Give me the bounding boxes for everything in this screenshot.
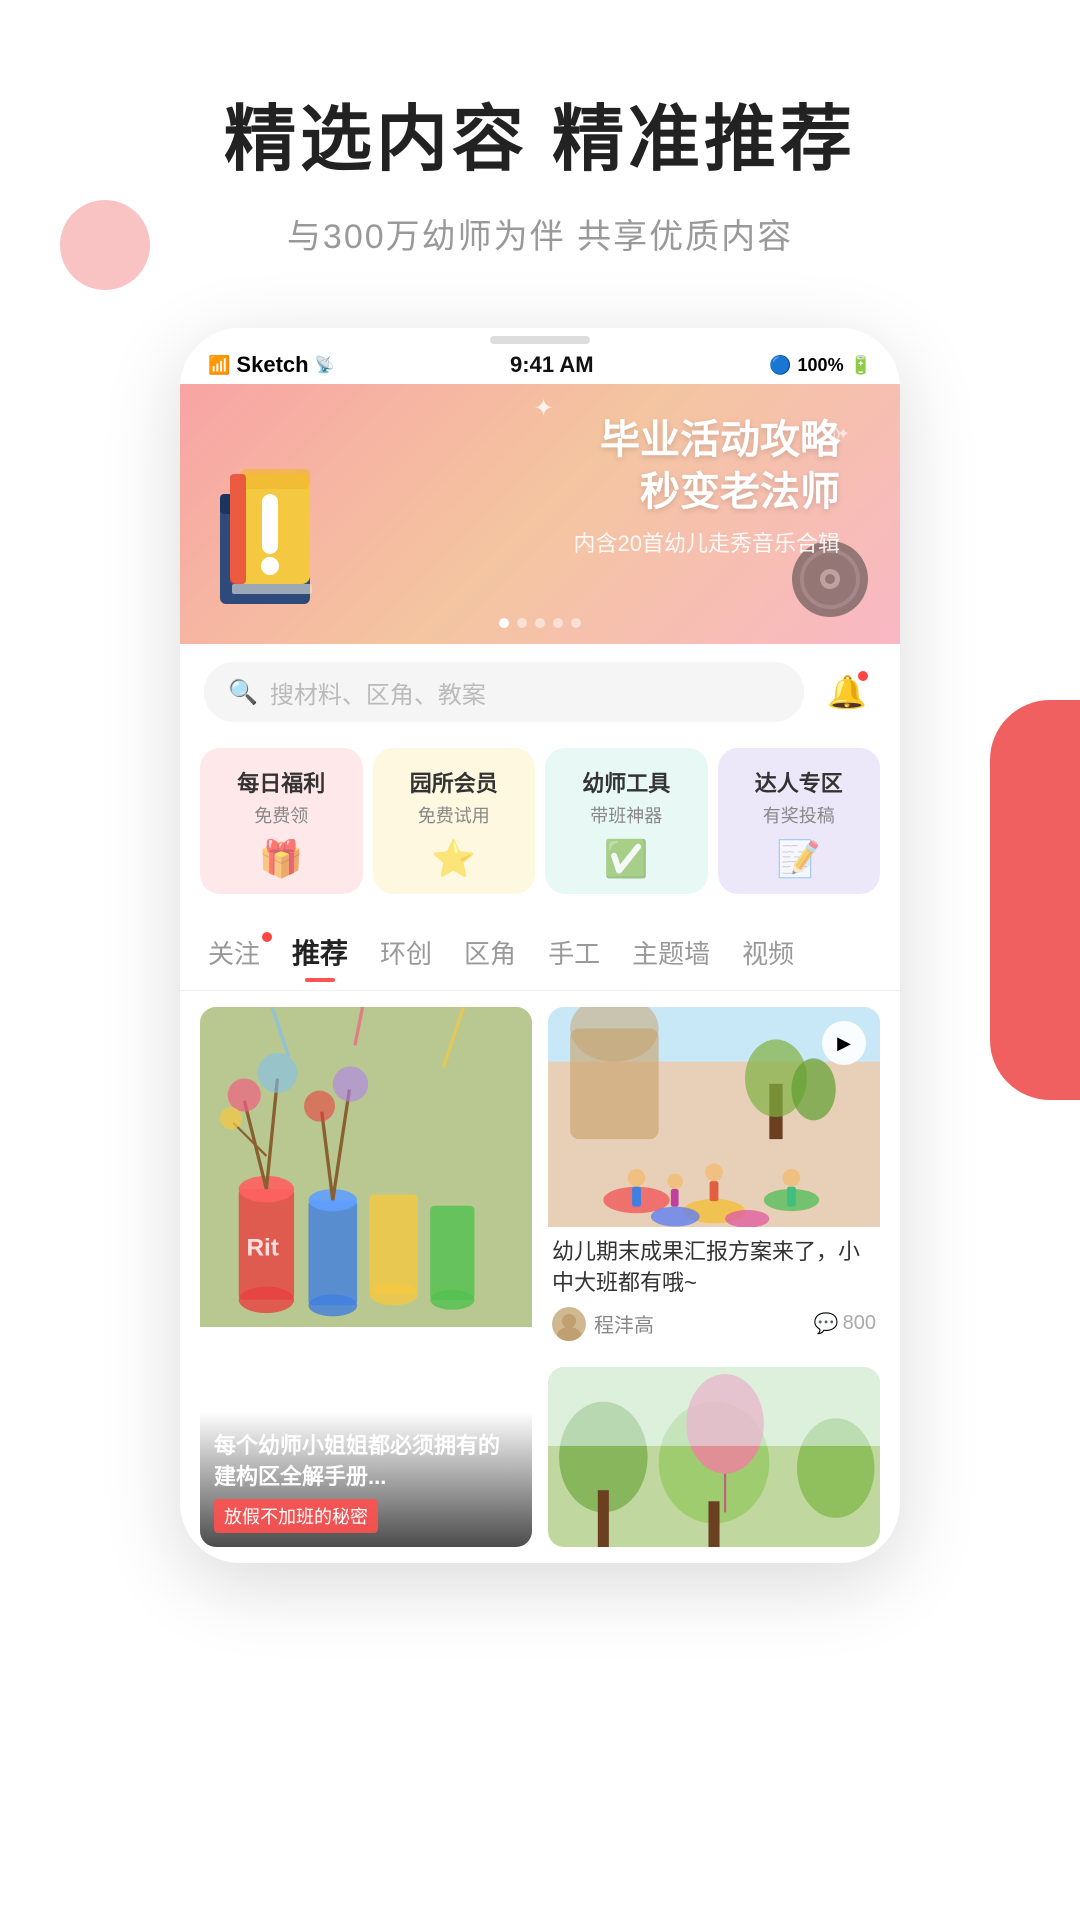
pink-circle-decor	[60, 200, 150, 290]
search-bar[interactable]: 🔍 搜材料、区角、教案	[204, 662, 804, 722]
time-display: 9:41 AM	[510, 352, 594, 378]
banner-dot-2[interactable]	[517, 618, 527, 628]
tab-shipin[interactable]: 视频	[738, 926, 798, 979]
feature-grid: 每日福利 免费领 🎁 园所会员 免费试用 ⭐ 幼师工具 带班神器 ✅ 达人专区 …	[180, 740, 900, 914]
signal-icon: 📶	[208, 355, 230, 376]
craft-card-tag: 放假不加班的秘密	[214, 1499, 378, 1533]
feature-tools-sub: 带班神器	[590, 802, 662, 828]
banner-dot-5[interactable]	[571, 618, 581, 628]
banner-dot-1[interactable]	[499, 618, 509, 628]
banner-subtitle: 内含20首幼儿走秀音乐合辑	[574, 526, 840, 558]
author-avatar	[552, 1307, 586, 1341]
outdoor-card-info: 幼儿期末成果汇报方案来了，小中大班都有哦~	[548, 1227, 880, 1351]
outdoor-card-title: 幼儿期末成果汇报方案来了，小中大班都有哦~	[552, 1237, 876, 1299]
tab-huanchuang[interactable]: 环创	[376, 926, 436, 979]
tab-guanzhu-dot	[262, 932, 272, 942]
bluetooth-icon: 🔵	[769, 355, 791, 376]
feature-expert-sub: 有奖投稿	[763, 802, 835, 828]
play-button[interactable]: ▶	[822, 1021, 866, 1065]
hero-title: 精选内容 精准推荐	[40, 80, 1040, 185]
status-right: 🔵 100% 🔋	[769, 355, 872, 376]
feature-member-sub: 免费试用	[418, 802, 490, 828]
banner-book-illustration	[210, 464, 340, 624]
search-placeholder: 搜材料、区角、教案	[270, 675, 486, 710]
hero-subtitle: 与300万幼师为伴 共享优质内容	[40, 209, 1040, 258]
banner-pagination-dots	[499, 618, 581, 628]
tab-tuijian[interactable]: 推荐	[288, 924, 352, 980]
status-left: 📶 Sketch 📡	[208, 352, 335, 378]
outdoor-image: ▶	[548, 1007, 880, 1227]
feature-daily-sub: 免费领	[254, 802, 308, 828]
notification-dot	[856, 669, 870, 683]
banner-title-line1: 毕业活动攻略	[574, 414, 840, 466]
tab-shougong[interactable]: 手工	[544, 926, 604, 979]
svg-text:Rit: Rit	[246, 1235, 278, 1262]
banner-title-line2: 秒变老法师	[574, 466, 840, 518]
battery-label: 100%	[798, 355, 844, 376]
tab-zhutiqiang[interactable]: 主题墙	[628, 926, 714, 979]
tab-guanzhu[interactable]: 关注	[204, 926, 264, 979]
card-likes: 💬 800	[814, 1311, 876, 1336]
comment-icon: 💬	[814, 1311, 839, 1336]
likes-count: 800	[843, 1312, 876, 1335]
battery-icon: 🔋	[850, 355, 872, 376]
phone-notch-pill	[490, 336, 590, 344]
hero-banner[interactable]: ♪ ✦ ✦ 毕业活动攻略 秒变老法师 内含20首幼儿走秀音乐合辑	[180, 384, 900, 644]
phone-mockup: 📶 Sketch 📡 9:41 AM 🔵 100% 🔋	[180, 328, 900, 1563]
feature-card-member[interactable]: 园所会员 免费试用 ⭐	[373, 748, 536, 894]
content-card-outdoor[interactable]: ▶ 幼儿期末成果汇报方案来了，小中大班都有哦~	[548, 1007, 880, 1351]
craft-card-text: 每个幼师小姐姐都必须拥有的建构区全解手册...	[214, 1431, 518, 1493]
feature-tools-title: 幼师工具	[582, 766, 670, 798]
search-icon: 🔍	[228, 678, 258, 707]
content-card-bottom[interactable]	[548, 1367, 880, 1547]
banner-text-content: ✦ ✦ 毕业活动攻略 秒变老法师 内含20首幼儿走秀音乐合辑	[574, 414, 840, 558]
feature-member-title: 园所会员	[410, 766, 498, 798]
search-section: 🔍 搜材料、区角、教案 🔔	[180, 644, 900, 740]
card-author: 程沣高	[552, 1307, 654, 1341]
wifi-icon: 📡	[315, 355, 335, 375]
feature-card-daily[interactable]: 每日福利 免费领 🎁	[200, 748, 363, 894]
craft-image: Rit	[200, 1007, 532, 1327]
feature-expert-icon: 📝	[776, 838, 821, 880]
content-card-craft[interactable]: Rit 每个幼师小姐姐都必须拥有的建构区全解手册... 放假不加班的秘密	[200, 1007, 532, 1547]
tab-qujiao[interactable]: 区角	[460, 926, 520, 979]
craft-card-overlay: 每个幼师小姐姐都必须拥有的建构区全解手册... 放假不加班的秘密	[200, 1411, 532, 1547]
author-name-label: 程沣高	[594, 1309, 654, 1338]
status-bar: 📶 Sketch 📡 9:41 AM 🔵 100% 🔋	[180, 342, 900, 384]
phone-notch-bar	[180, 328, 900, 342]
carrier-label: Sketch	[236, 352, 308, 378]
feature-card-tools[interactable]: 幼师工具 带班神器 ✅	[545, 748, 708, 894]
phone-wrapper: 📶 Sketch 📡 9:41 AM 🔵 100% 🔋	[0, 328, 1080, 1563]
notification-button[interactable]: 🔔	[818, 663, 876, 721]
feature-expert-title: 达人专区	[755, 766, 843, 798]
feature-card-expert[interactable]: 达人专区 有奖投稿 📝	[718, 748, 881, 894]
feature-tools-icon: ✅	[604, 838, 649, 880]
feature-daily-icon: 🎁	[259, 838, 304, 880]
feature-daily-title: 每日福利	[237, 766, 325, 798]
banner-dot-4[interactable]	[553, 618, 563, 628]
outdoor-card-meta: 程沣高 💬 800	[552, 1307, 876, 1341]
content-grid: Rit 每个幼师小姐姐都必须拥有的建构区全解手册... 放假不加班的秘密	[180, 991, 900, 1563]
tab-navigation: 关注 推荐 环创 区角 手工 主题墙 视频	[180, 914, 900, 991]
hero-section: 精选内容 精准推荐 与300万幼师为伴 共享优质内容	[0, 0, 1080, 298]
right-column: ▶ 幼儿期末成果汇报方案来了，小中大班都有哦~	[548, 1007, 880, 1547]
feature-member-icon: ⭐	[431, 838, 476, 880]
banner-dot-3[interactable]	[535, 618, 545, 628]
bottom-image	[548, 1367, 880, 1547]
